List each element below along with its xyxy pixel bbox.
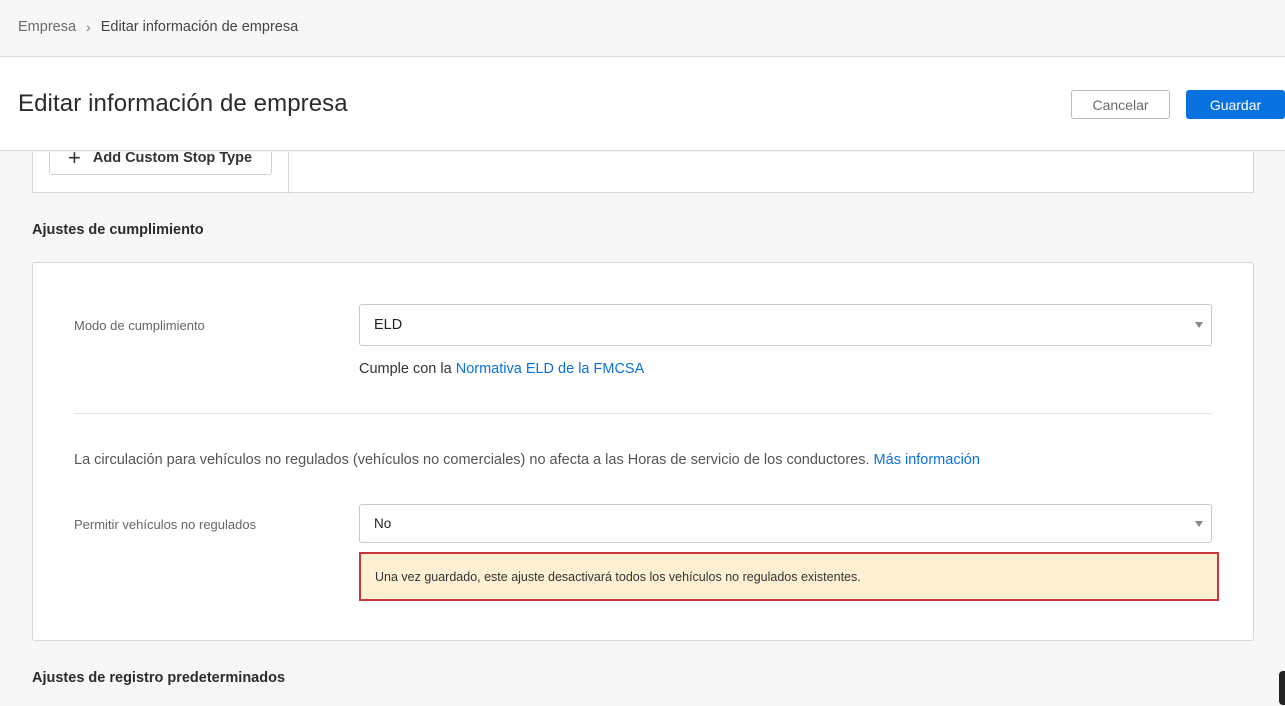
unregulated-warning-text: Una vez guardado, este ajuste desactivar… <box>375 569 861 584</box>
log-settings-section-heading: Ajustes de registro predeterminados <box>32 670 286 686</box>
chevron-down-icon <box>1195 322 1203 328</box>
compliance-mode-help-prefix: Cumple con la <box>359 361 452 377</box>
compliance-mode-select[interactable]: ELD <box>359 304 1212 346</box>
compliance-section-heading: Ajustes de cumplimiento <box>32 222 204 238</box>
more-info-link[interactable]: Más información <box>874 452 980 468</box>
unregulated-info-text: La circulación para vehículos no regulad… <box>74 452 870 468</box>
scroll-content[interactable]: + Add Custom Stop Type Ajustes de cumpli… <box>0 152 1285 706</box>
allow-unregulated-value: No <box>374 516 392 531</box>
card-divider <box>74 413 1212 414</box>
breadcrumb-separator: › <box>86 19 91 35</box>
page-title: Editar información de empresa <box>18 90 348 117</box>
compliance-mode-value: ELD <box>374 317 403 333</box>
plus-icon: + <box>68 152 81 170</box>
compliance-card: Modo de cumplimiento ELD Cumple con la N… <box>32 262 1254 641</box>
breadcrumb-parent-link[interactable]: Empresa <box>18 19 76 35</box>
add-custom-stop-type-button[interactable]: + Add Custom Stop Type <box>49 152 272 175</box>
stop-types-card: + Add Custom Stop Type <box>32 152 1254 194</box>
chevron-down-icon <box>1195 520 1203 527</box>
stop-card-divider <box>288 152 289 194</box>
help-widget-tab[interactable] <box>1279 671 1285 705</box>
breadcrumb: Empresa › Editar información de empresa <box>18 19 298 35</box>
fmcsa-eld-rule-link[interactable]: Normativa ELD de la FMCSA <box>456 361 645 377</box>
allow-unregulated-select[interactable]: No <box>359 504 1212 543</box>
allow-unregulated-label: Permitir vehículos no regulados <box>74 517 257 532</box>
cancel-button[interactable]: Cancelar <box>1071 90 1170 119</box>
breadcrumb-bar: Empresa › Editar información de empresa <box>0 0 1285 57</box>
unregulated-warning-banner: Una vez guardado, este ajuste desactivar… <box>359 552 1219 601</box>
page-header: Editar información de empresa Cancelar G… <box>0 57 1285 151</box>
compliance-mode-help: Cumple con la Normativa ELD de la FMCSA <box>359 361 644 377</box>
add-custom-stop-type-label: Add Custom Stop Type <box>92 152 253 166</box>
compliance-mode-label: Modo de cumplimiento <box>74 318 205 333</box>
unregulated-info: La circulación para vehículos no regulad… <box>74 452 980 468</box>
save-button[interactable]: Guardar <box>1186 90 1285 119</box>
breadcrumb-current: Editar información de empresa <box>100 19 299 35</box>
